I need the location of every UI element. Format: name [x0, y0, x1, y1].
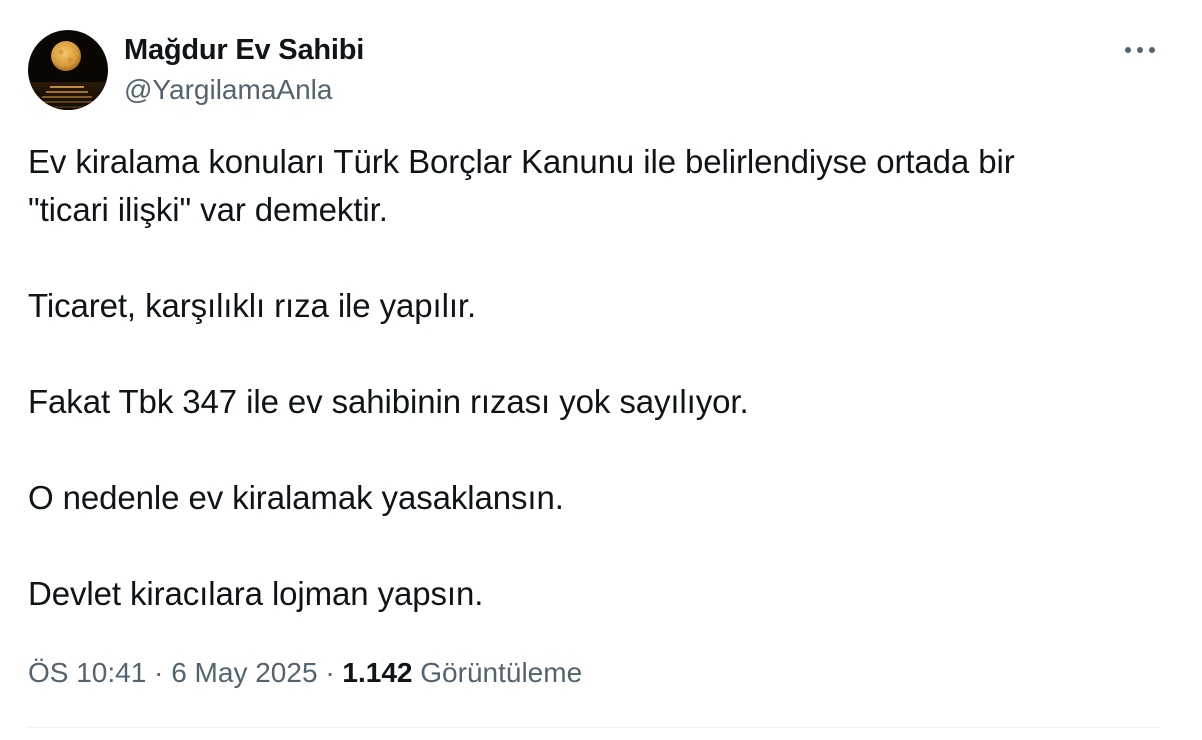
views-count: 1.142 — [342, 657, 413, 688]
tweet: Mağdur Ev Sahibi @YargilamaAnla Ev kiral… — [0, 0, 1202, 740]
tweet-text: Ev kiralama konuları Türk Borçlar Kanunu… — [28, 138, 1168, 618]
tweet-line: "ticari ilişki" var demektir. — [28, 191, 388, 228]
tweet-line: O nedenle ev kiralamak yasaklansın. — [28, 479, 564, 516]
tweet-line: Ev kiralama konuları Türk Borçlar Kanunu… — [28, 143, 1015, 180]
author-handle[interactable]: @YargilamaAnla — [124, 72, 332, 108]
divider — [28, 727, 1160, 728]
tweet-line: Fakat Tbk 347 ile ev sahibinin rızası yo… — [28, 383, 749, 420]
meta-separator: · — [154, 657, 164, 688]
meta-separator: · — [325, 657, 335, 688]
tweet-line: Devlet kiracılara lojman yapsın. — [28, 575, 484, 612]
tweet-time: ÖS 10:41 — [28, 657, 147, 688]
avatar[interactable] — [28, 30, 108, 110]
tweet-paragraph: O nedenle ev kiralamak yasaklansın. — [28, 474, 1168, 522]
views-link[interactable]: 1.142 Görüntüleme — [342, 657, 582, 688]
tweet-metadata: ÖS 10:41 · 6 May 2025 · 1.142 Görüntülem… — [28, 653, 582, 693]
views-label: Görüntüleme — [420, 657, 583, 688]
author-display-name[interactable]: Mağdur Ev Sahibi — [124, 32, 364, 68]
full-moon-over-sea-avatar — [28, 30, 108, 110]
tweet-date: 6 May 2025 — [171, 657, 318, 688]
tweet-paragraph: Fakat Tbk 347 ile ev sahibinin rızası yo… — [28, 378, 1168, 426]
more-options-button[interactable] — [1118, 34, 1162, 66]
tweet-paragraph: Devlet kiracılara lojman yapsın. — [28, 570, 1168, 618]
tweet-line: Ticaret, karşılıklı rıza ile yapılır. — [28, 287, 477, 324]
tweet-timestamp[interactable]: ÖS 10:41 · 6 May 2025 — [28, 657, 318, 688]
tweet-paragraph: Ev kiralama konuları Türk Borçlar Kanunu… — [28, 138, 1168, 234]
tweet-paragraph: Ticaret, karşılıklı rıza ile yapılır. — [28, 282, 1168, 330]
more-horizontal-icon — [1125, 47, 1155, 53]
